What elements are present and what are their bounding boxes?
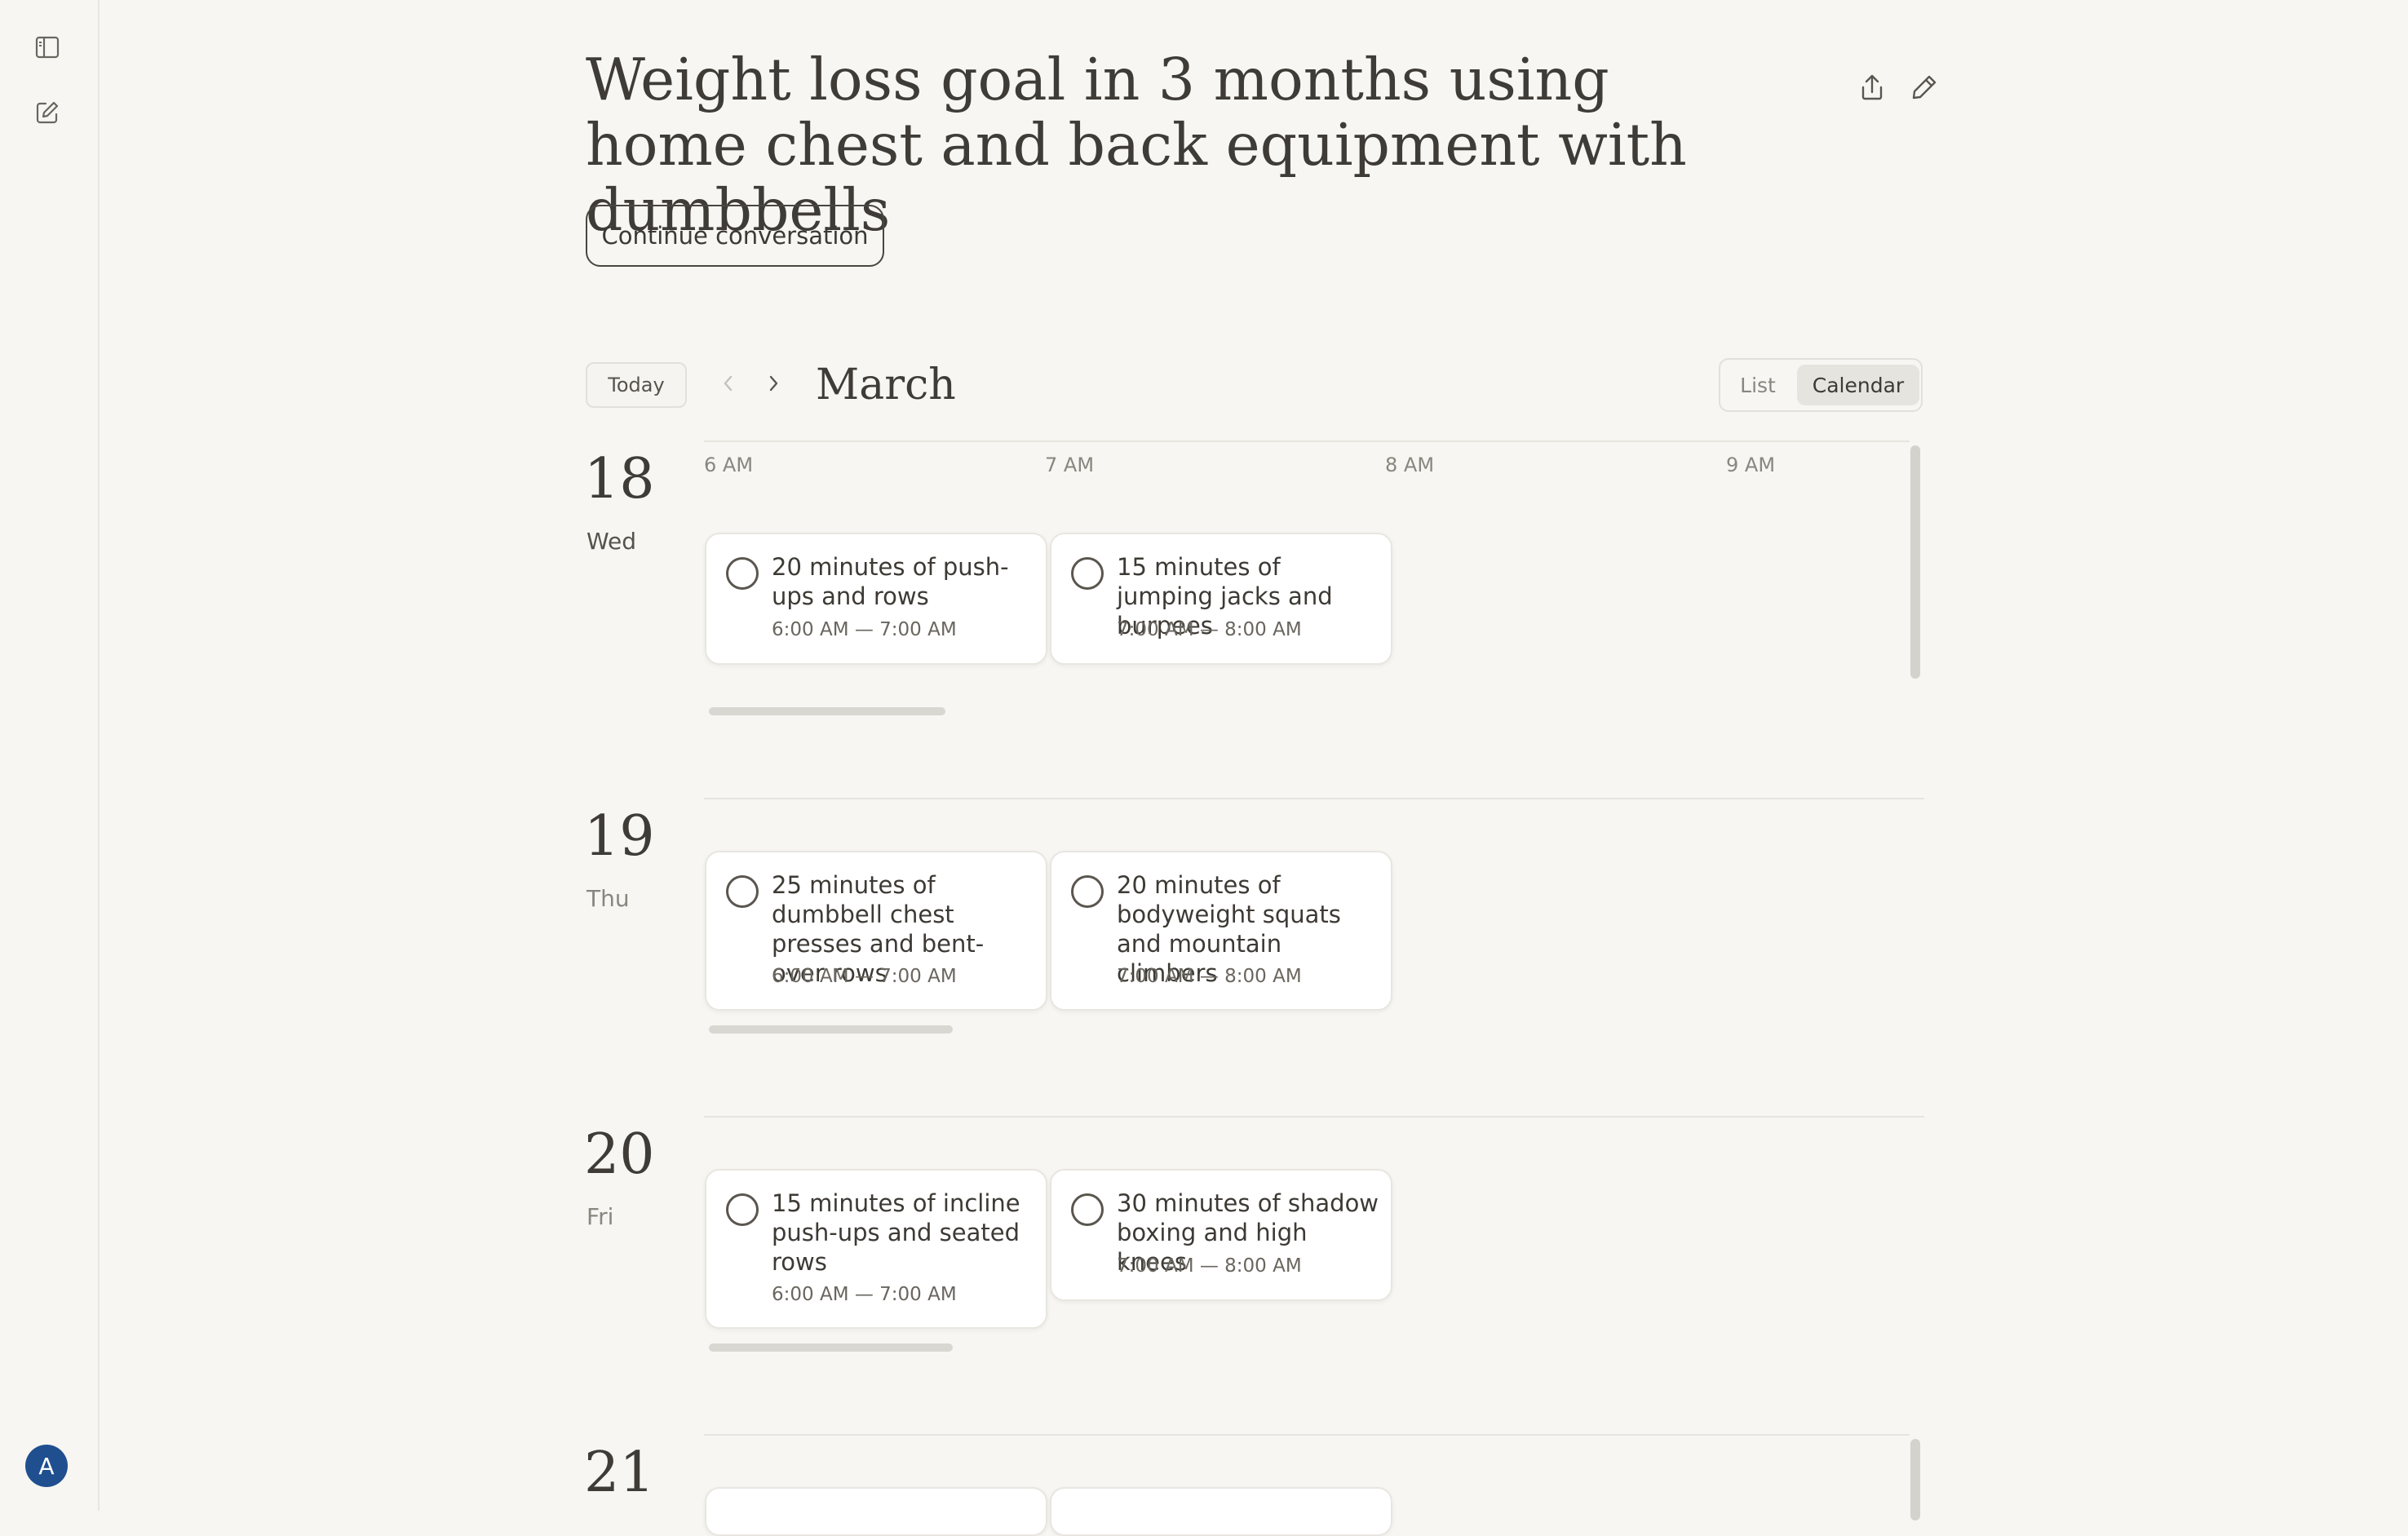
avatar-letter: A (38, 1452, 55, 1480)
hour-label: 8 AM (1385, 454, 1435, 476)
sidebar: A (0, 0, 100, 1511)
timeline-divider (704, 440, 1910, 442)
avatar[interactable]: A (25, 1445, 68, 1487)
day-divider (704, 1116, 1924, 1118)
share-icon (1858, 73, 1886, 105)
event-card[interactable]: 20 minutes of bodyweight squats and moun… (1050, 851, 1392, 1011)
day-divider (704, 798, 1924, 799)
sidebar-icon (34, 34, 60, 64)
complete-checkbox[interactable] (1071, 1193, 1104, 1226)
hour-label: 7 AM (1045, 454, 1095, 476)
day-number: 20 (584, 1122, 655, 1187)
today-button[interactable]: Today (586, 362, 687, 408)
event-card[interactable] (705, 1487, 1047, 1536)
hour-label: 9 AM (1726, 454, 1776, 476)
event-time: 7:00 AM — 8:00 AM (1117, 619, 1302, 640)
chevron-right-icon (765, 372, 781, 398)
event-time: 7:00 AM — 8:00 AM (1117, 966, 1302, 987)
complete-checkbox[interactable] (726, 557, 759, 590)
event-card[interactable]: 15 minutes of jumping jacks and burpees … (1050, 533, 1392, 665)
view-list-button[interactable]: List (1732, 366, 1784, 404)
horizontal-scrollbar[interactable] (709, 707, 945, 715)
next-month-button[interactable] (757, 369, 790, 401)
event-card[interactable]: 30 minutes of shadow boxing and high kne… (1050, 1169, 1392, 1301)
continue-conversation-button[interactable]: Continue conversation (586, 205, 884, 267)
view-calendar-button[interactable]: Calendar (1797, 365, 1919, 405)
compose-icon (34, 100, 60, 129)
day-name: Wed (587, 528, 637, 555)
event-time: 6:00 AM — 7:00 AM (772, 619, 957, 640)
event-card[interactable]: 25 minutes of dumbbell chest presses and… (705, 851, 1047, 1011)
horizontal-scrollbar[interactable] (709, 1343, 953, 1352)
complete-checkbox[interactable] (1071, 557, 1104, 590)
prev-month-button[interactable] (712, 369, 745, 401)
day-number: 18 (584, 447, 655, 511)
new-chat-button[interactable] (29, 96, 65, 132)
day-name: Fri (587, 1203, 614, 1230)
event-card[interactable] (1050, 1487, 1392, 1536)
event-time: 6:00 AM — 7:00 AM (772, 1284, 957, 1305)
share-button[interactable] (1852, 69, 1892, 109)
day-name: Thu (587, 885, 630, 912)
edit-button[interactable] (1904, 69, 1945, 109)
day-divider (704, 1434, 1910, 1436)
event-card[interactable]: 15 minutes of incline push-ups and seate… (705, 1169, 1047, 1329)
view-toggle: List Calendar (1719, 358, 1923, 412)
event-time: 7:00 AM — 8:00 AM (1117, 1255, 1302, 1277)
complete-checkbox[interactable] (726, 1193, 759, 1226)
complete-checkbox[interactable] (726, 875, 759, 908)
day-number: 21 (584, 1441, 655, 1505)
month-label: March (816, 361, 956, 409)
day-number: 19 (584, 804, 655, 869)
pencil-icon (1910, 73, 1939, 105)
chevron-left-icon (720, 372, 737, 398)
event-title: 20 minutes of push-ups and rows (772, 553, 1009, 610)
event-time: 6:00 AM — 7:00 AM (772, 966, 957, 987)
vertical-scrollbar[interactable] (1910, 445, 1920, 679)
complete-checkbox[interactable] (1071, 875, 1104, 908)
hour-label: 6 AM (704, 454, 754, 476)
event-title: 15 minutes of incline push-ups and seate… (772, 1189, 1020, 1276)
event-card[interactable]: 20 minutes of push-ups and rows 6:00 AM … (705, 533, 1047, 665)
vertical-scrollbar[interactable] (1910, 1439, 1920, 1521)
sidebar-toggle-button[interactable] (29, 31, 65, 67)
horizontal-scrollbar[interactable] (709, 1025, 953, 1034)
